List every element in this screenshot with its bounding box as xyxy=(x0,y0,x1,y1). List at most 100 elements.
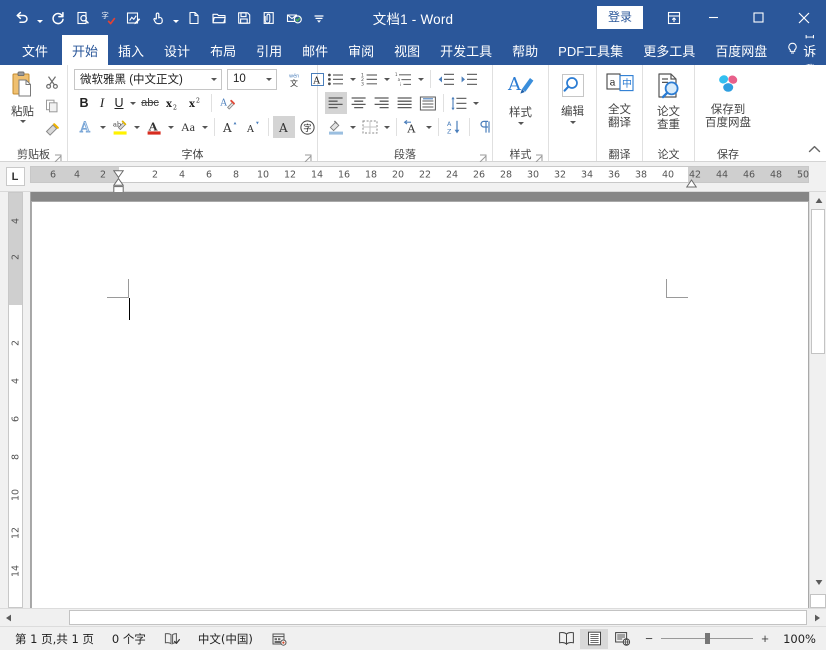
shrink-font-icon[interactable]: A xyxy=(242,116,264,138)
paste-dropdown-icon[interactable] xyxy=(20,120,26,123)
underline-dropdown-icon[interactable] xyxy=(130,102,136,105)
tab-layout[interactable]: 布局 xyxy=(200,35,246,65)
phonetic-guide-icon[interactable]: wén文 xyxy=(283,68,305,90)
bullets-icon[interactable] xyxy=(325,68,347,90)
tab-review[interactable]: 审阅 xyxy=(338,35,384,65)
tab-insert[interactable]: 插入 xyxy=(108,35,154,65)
tab-home[interactable]: 开始 xyxy=(62,35,108,65)
word-count[interactable]: 0 个字 xyxy=(103,629,155,649)
font-size-input[interactable]: 10 xyxy=(227,69,277,90)
tell-me-box[interactable]: 告诉我 xyxy=(777,35,825,65)
email-send-icon[interactable] xyxy=(282,6,306,30)
horizontal-ruler[interactable]: 6 4 2 2 4 6 8 10 12 14 16 18 20 22 24 26… xyxy=(30,162,809,191)
right-indent-marker[interactable] xyxy=(686,175,697,193)
scroll-down-button[interactable] xyxy=(810,574,826,591)
tab-references[interactable]: 引用 xyxy=(246,35,292,65)
undo-icon[interactable] xyxy=(10,6,34,30)
clear-formatting-icon[interactable]: A xyxy=(216,92,238,114)
format-painter-icon[interactable] xyxy=(41,119,63,141)
decrease-indent-icon[interactable] xyxy=(435,68,457,90)
tab-design[interactable]: 设计 xyxy=(154,35,200,65)
underline-button[interactable]: U xyxy=(111,92,127,114)
enclose-characters-icon[interactable]: 字 xyxy=(296,116,318,138)
sign-in-button[interactable]: 登录 xyxy=(597,6,643,28)
full-text-translate-button[interactable]: a中 全文 翻译 xyxy=(601,68,638,131)
change-case-icon[interactable]: Aa xyxy=(177,116,199,138)
zoom-level[interactable]: 100% xyxy=(778,632,820,646)
align-left-icon[interactable] xyxy=(325,92,347,114)
plagiarism-check-button[interactable]: 论文 查重 xyxy=(647,68,690,133)
vertical-scrollbar[interactable] xyxy=(809,192,826,608)
spelling-check-icon[interactable]: 字 xyxy=(96,6,120,30)
horizontal-scrollbar[interactable] xyxy=(0,608,826,626)
macro-record-icon[interactable] xyxy=(262,629,296,649)
font-color-dropdown-icon[interactable] xyxy=(168,126,174,129)
numbering-icon[interactable]: 123 xyxy=(359,68,381,90)
touch-mode-icon[interactable] xyxy=(146,6,170,30)
scroll-right-button[interactable] xyxy=(809,609,826,626)
save-icon[interactable] xyxy=(232,6,256,30)
grow-font-icon[interactable]: A xyxy=(219,116,241,138)
touch-mode-dropdown-icon[interactable] xyxy=(171,6,181,30)
print-preview-icon[interactable] xyxy=(71,6,95,30)
tab-pdf-tools[interactable]: PDF工具集 xyxy=(548,35,633,65)
numbering-dropdown-icon[interactable] xyxy=(384,78,390,81)
edit-chart-icon[interactable] xyxy=(121,6,145,30)
font-name-dropdown-icon[interactable] xyxy=(211,78,217,81)
change-case-dropdown-icon[interactable] xyxy=(202,126,208,129)
page-indicator[interactable]: 第 1 页,共 1 页 xyxy=(6,629,103,649)
text-effects-dropdown-icon[interactable] xyxy=(100,126,106,129)
copy-icon[interactable] xyxy=(41,95,63,117)
font-size-dropdown-icon[interactable] xyxy=(266,78,272,81)
line-spacing-icon[interactable] xyxy=(448,92,470,114)
editing-dropdown-icon[interactable] xyxy=(570,121,576,124)
print-layout-view-button[interactable] xyxy=(580,629,608,649)
collapse-ribbon-icon[interactable] xyxy=(808,142,821,160)
highlight-color-dropdown-icon[interactable] xyxy=(134,126,140,129)
increase-indent-icon[interactable] xyxy=(458,68,480,90)
text-direction-icon[interactable]: A xyxy=(401,116,423,138)
italic-button[interactable]: I xyxy=(94,92,110,114)
tab-file[interactable]: 文件 xyxy=(8,35,62,65)
document-canvas[interactable] xyxy=(30,192,809,608)
subscript-button[interactable]: x2 xyxy=(162,92,184,114)
document-page[interactable] xyxy=(31,201,809,608)
close-button[interactable] xyxy=(781,0,826,35)
multilevel-list-icon[interactable]: 1ai xyxy=(393,68,415,90)
zoom-in-button[interactable]: + xyxy=(760,631,770,646)
superscript-button[interactable]: x2 xyxy=(185,92,207,114)
web-layout-view-button[interactable] xyxy=(608,629,636,649)
strikethrough-button[interactable]: abc xyxy=(139,92,161,114)
paragraph-dialog-launcher-icon[interactable] xyxy=(479,150,488,159)
zoom-slider-track[interactable] xyxy=(661,638,753,639)
align-right-icon[interactable] xyxy=(371,92,393,114)
styles-dialog-launcher-icon[interactable] xyxy=(535,150,544,159)
tab-help[interactable]: 帮助 xyxy=(502,35,548,65)
zoom-slider-thumb[interactable] xyxy=(705,633,710,644)
font-name-input[interactable]: 微软雅黑 (中文正文) xyxy=(74,69,222,90)
undo-dropdown-icon[interactable] xyxy=(35,6,45,30)
split-window-handle[interactable] xyxy=(810,594,826,608)
save-to-netdisk-button[interactable]: 保存到 百度网盘 xyxy=(699,68,757,131)
line-spacing-dropdown-icon[interactable] xyxy=(473,102,479,105)
zoom-out-button[interactable]: − xyxy=(644,631,654,646)
horizontal-scroll-track[interactable] xyxy=(17,609,809,626)
editing-button[interactable]: 编辑 xyxy=(553,68,592,124)
tab-developer[interactable]: 开发工具 xyxy=(430,35,502,65)
multilevel-list-dropdown-icon[interactable] xyxy=(418,78,424,81)
tab-mailings[interactable]: 邮件 xyxy=(292,35,338,65)
text-effects-icon[interactable]: A xyxy=(75,116,97,138)
paste-button[interactable]: 粘贴 xyxy=(4,68,41,123)
minimize-button[interactable] xyxy=(691,0,736,35)
font-dialog-launcher-icon[interactable] xyxy=(304,150,313,159)
tab-more-tools[interactable]: 更多工具 xyxy=(633,35,705,65)
bold-button[interactable]: B xyxy=(75,92,93,114)
tab-stop-selector[interactable]: L xyxy=(0,162,30,191)
shading-icon[interactable] xyxy=(325,116,347,138)
distribute-icon[interactable] xyxy=(417,92,439,114)
scroll-left-button[interactable] xyxy=(0,609,17,626)
horizontal-scroll-thumb[interactable] xyxy=(69,610,807,625)
borders-dropdown-icon[interactable] xyxy=(384,126,390,129)
maximize-button[interactable] xyxy=(736,0,781,35)
text-highlight-color-icon[interactable]: ab xyxy=(109,116,131,138)
